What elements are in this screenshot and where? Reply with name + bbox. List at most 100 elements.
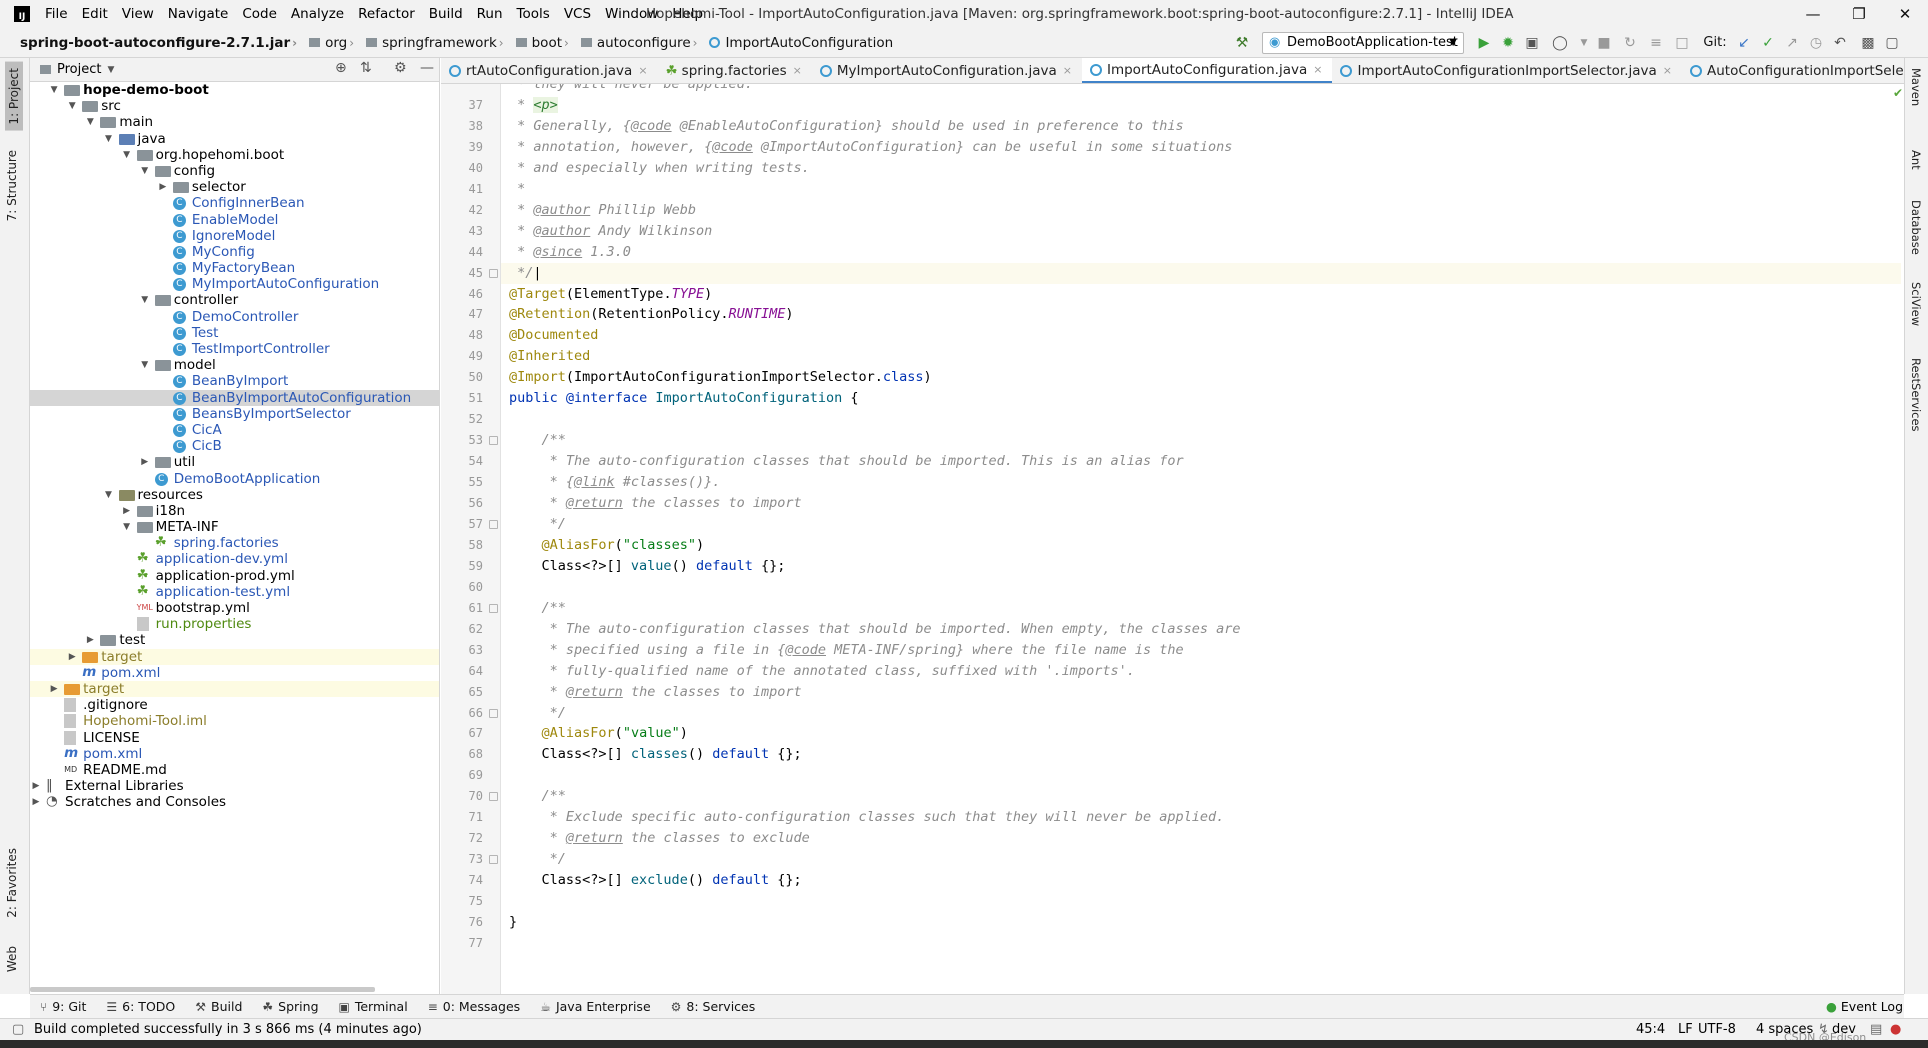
rollback-icon[interactable]: ↶ xyxy=(1830,33,1850,53)
web-tool-tab[interactable]: Web xyxy=(5,946,19,972)
code-line[interactable]: * @author Phillip Webb xyxy=(501,200,1901,221)
tree-item[interactable]: ▼ model xyxy=(30,357,439,373)
menu-refactor[interactable]: Refactor xyxy=(351,0,422,28)
tree-item[interactable]: ▼ hope-demo-boot xyxy=(30,82,439,98)
collapse-arrow-icon[interactable]: ▶ xyxy=(30,794,42,810)
fold-marker-icon[interactable] xyxy=(489,855,498,865)
tree-item[interactable]: ☘ application-prod.yml xyxy=(30,567,439,584)
git-update-icon[interactable]: ↙ xyxy=(1734,33,1754,53)
debug-icon[interactable]: ✹ xyxy=(1498,33,1518,53)
tree-item[interactable]: C MyImportAutoConfiguration xyxy=(30,276,439,292)
code-line[interactable]: * @return the classes to import xyxy=(501,493,1901,514)
expand-arrow-icon[interactable]: ▼ xyxy=(121,519,133,535)
code-line[interactable] xyxy=(501,933,1901,954)
tree-item[interactable]: m pom.xml xyxy=(30,664,439,681)
code-line[interactable]: * and especially when writing tests. xyxy=(501,158,1901,179)
expand-arrow-icon[interactable]: ▼ xyxy=(139,163,151,179)
status-toggle-icon[interactable]: ▢ xyxy=(12,1019,24,1041)
sciview-tool-tab[interactable]: SciView xyxy=(1909,282,1923,326)
tree-item[interactable]: C CicA xyxy=(30,422,439,438)
tree-item[interactable]: ▼ org.hopehomi.boot xyxy=(30,147,439,163)
expand-arrow-icon[interactable]: ▼ xyxy=(84,114,96,130)
menu-navigate[interactable]: Navigate xyxy=(161,0,236,28)
tree-item[interactable]: C ConfigInnerBean xyxy=(30,195,439,211)
run-icon[interactable]: ▶ xyxy=(1474,33,1494,53)
database-tool-tab[interactable]: Database xyxy=(1909,200,1923,255)
code-line[interactable]: @Documented xyxy=(501,325,1901,346)
structure-tool-tab[interactable]: 7: Structure xyxy=(5,150,19,221)
tree-item[interactable]: ▶ i18n xyxy=(30,503,439,519)
code-line[interactable]: * @since 1.3.0 xyxy=(501,242,1901,263)
locate-file-icon[interactable]: ⊕ xyxy=(335,60,347,76)
minimize-icon[interactable]: — xyxy=(1790,0,1836,28)
collapse-arrow-icon[interactable]: ▶ xyxy=(84,632,96,648)
tool-window-spring[interactable]: ☘ Spring xyxy=(252,999,328,1014)
close-tab-icon[interactable]: × xyxy=(793,58,802,83)
menu-file[interactable]: File xyxy=(38,0,75,28)
code-line[interactable]: /** xyxy=(501,786,1901,807)
code-area[interactable]: * they will never be applied. * <p> * Ge… xyxy=(501,84,1904,994)
profile-dropdown-icon[interactable]: ▼ xyxy=(1574,33,1594,53)
tree-item[interactable]: ▼ config xyxy=(30,163,439,179)
ant-tool-tab[interactable]: Ant xyxy=(1909,150,1923,170)
tree-item[interactable]: ▼ resources xyxy=(30,487,439,503)
code-line[interactable]: @AliasFor("classes") xyxy=(501,535,1901,556)
restore-icon[interactable]: ❐ xyxy=(1836,0,1882,28)
tree-item[interactable]: .gitignore xyxy=(30,697,439,713)
code-line[interactable]: */ xyxy=(501,703,1901,724)
code-line[interactable]: * {@link #classes()}. xyxy=(501,472,1901,493)
tree-item[interactable]: ▼ src xyxy=(30,98,439,114)
breadcrumb-item[interactable]: org › xyxy=(303,28,360,58)
tree-item[interactable]: ▶ target xyxy=(30,648,439,665)
search-everywhere-icon[interactable]: ▢ xyxy=(1882,33,1902,53)
breadcrumb-item[interactable]: boot › xyxy=(510,28,575,58)
tool-window-messages[interactable]: ≡ 0: Messages xyxy=(418,999,531,1014)
breadcrumb-item[interactable]: springframework › xyxy=(360,28,510,58)
code-line[interactable]: * Generally, {@code @EnableAutoConfigura… xyxy=(501,116,1901,137)
menu-tools[interactable]: Tools xyxy=(510,0,557,28)
editor-tab[interactable]: ImportAutoConfigurationImportSelector.ja… xyxy=(1332,58,1682,83)
code-line[interactable]: * The auto-configuration classes that sh… xyxy=(501,619,1901,640)
collapse-arrow-icon[interactable]: ▶ xyxy=(48,681,60,697)
code-line[interactable]: } xyxy=(501,912,1901,933)
code-line[interactable]: * annotation, however, {@code @ImportAut… xyxy=(501,137,1901,158)
tree-item[interactable]: C EnableModel xyxy=(30,212,439,228)
event-log-tab[interactable]: ● Event Log xyxy=(1826,999,1903,1014)
profile-icon[interactable]: ◯ xyxy=(1550,33,1570,53)
fold-marker-icon[interactable] xyxy=(489,792,498,802)
tool-window-terminal[interactable]: ▣ Terminal xyxy=(329,999,418,1014)
code-line[interactable]: @Retention(RetentionPolicy.RUNTIME) xyxy=(501,304,1901,325)
code-line[interactable]: * @author Andy Wilkinson xyxy=(501,221,1901,242)
collapse-arrow-icon[interactable]: ▶ xyxy=(66,649,78,665)
tree-item[interactable]: MD README.md xyxy=(30,762,439,778)
tree-item[interactable]: C DemoController xyxy=(30,309,439,325)
tree-item[interactable]: ▼ java xyxy=(30,131,439,147)
fold-marker-icon[interactable] xyxy=(489,519,498,529)
code-line[interactable]: * xyxy=(501,179,1901,200)
expand-arrow-icon[interactable]: ▼ xyxy=(48,82,60,98)
tool-window-build[interactable]: ⚒ Build xyxy=(185,999,252,1014)
tree-item[interactable]: C MyFactoryBean xyxy=(30,260,439,276)
tree-item[interactable]: ▼ main xyxy=(30,114,439,130)
fold-marker-icon[interactable] xyxy=(489,603,498,613)
expand-arrow-icon[interactable]: ▼ xyxy=(121,147,133,163)
breadcrumb-item[interactable]: autoconfigure › xyxy=(575,28,704,58)
code-line[interactable]: */ xyxy=(501,514,1901,535)
menu-run[interactable]: Run xyxy=(470,0,510,28)
project-view-selector[interactable]: Project xyxy=(57,62,101,77)
close-tab-icon[interactable]: × xyxy=(1063,58,1072,83)
editor-tab[interactable]: ☘ spring.factories × xyxy=(658,58,812,83)
project-tool-tab[interactable]: 1: Project xyxy=(5,62,23,131)
code-line[interactable]: * @return the classes to import xyxy=(501,682,1901,703)
menu-build[interactable]: Build xyxy=(422,0,470,28)
favorites-tool-tab[interactable]: 2: Favorites xyxy=(5,848,19,918)
code-line[interactable]: */| xyxy=(501,262,1901,284)
expand-arrow-icon[interactable]: ▼ xyxy=(139,357,151,373)
editor-tab-active[interactable]: ImportAutoConfiguration.java × xyxy=(1081,58,1333,83)
collapse-arrow-icon[interactable]: ▶ xyxy=(30,778,42,794)
tree-item[interactable]: ▶ ‖ External Libraries xyxy=(30,777,439,794)
chevron-down-icon[interactable]: ▼ xyxy=(107,65,114,75)
tree-item[interactable]: run.properties xyxy=(30,616,439,632)
git-history-icon[interactable]: ◷ xyxy=(1806,33,1826,53)
status-message[interactable]: Build completed successfully in 3 s 866 … xyxy=(34,1019,422,1041)
